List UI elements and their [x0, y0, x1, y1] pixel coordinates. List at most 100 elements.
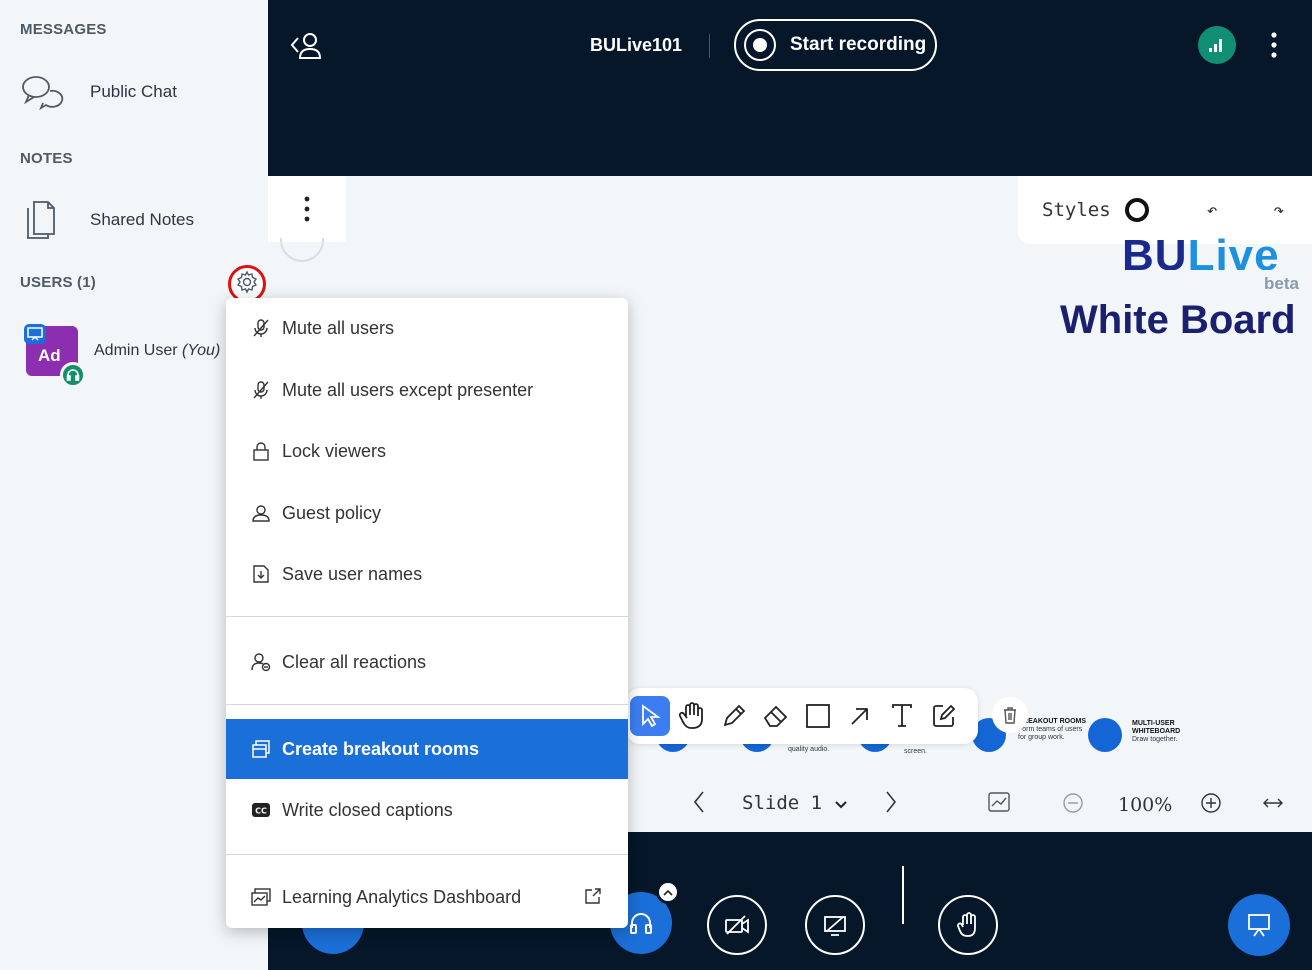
shared-notes-label: Shared Notes	[90, 210, 194, 229]
logo-beta-text: beta	[1264, 274, 1299, 293]
avatar: Ad	[24, 324, 86, 388]
redo-icon[interactable]: ↷	[1273, 200, 1284, 221]
user-list-item[interactable]: Ad Admin User (You)	[24, 324, 220, 388]
feature-whiteboard: MULTI-USER WHITEBOARD Draw together.	[1132, 720, 1212, 744]
presentation-icon	[1248, 914, 1270, 937]
menu-item-label: Mute all users except presenter	[282, 379, 534, 400]
hand-pan-tool-icon[interactable]	[672, 696, 712, 736]
avatar-initials: Ad	[38, 346, 61, 365]
note-edit-tool-icon[interactable]	[924, 696, 964, 736]
analytics-icon	[250, 886, 272, 908]
fit-width-icon[interactable]	[1262, 794, 1284, 816]
raise-hand-button[interactable]	[938, 895, 998, 955]
menu-item-guest-policy[interactable]: Guest policy	[226, 483, 628, 543]
raise-hand-icon	[957, 912, 976, 937]
menu-item-mute-all[interactable]: Mute all users	[226, 298, 628, 358]
connection-status-button[interactable]	[1198, 26, 1236, 64]
presenter-icon	[24, 324, 46, 344]
presentation-options-button[interactable]	[268, 176, 346, 242]
menu-item-lock-viewers[interactable]: Lock viewers	[226, 421, 628, 481]
feature-breakout-desc: Form teams of users for group work.	[1018, 726, 1083, 741]
select-tool-icon[interactable]	[630, 696, 670, 736]
stroke-style-icon[interactable]	[1124, 198, 1149, 222]
menu-separator	[226, 854, 628, 855]
eraser-tool-icon[interactable]	[756, 696, 796, 736]
bottom-bar-divider	[902, 866, 904, 924]
menu-item-save-user-names[interactable]: Save user names	[226, 544, 628, 604]
feature-whiteboard-desc: Draw together.	[1132, 736, 1178, 743]
next-slide-icon[interactable]	[884, 790, 898, 820]
logo-bu-text: BU	[1122, 236, 1188, 270]
notes-pages-icon	[20, 200, 66, 240]
chevron-down-icon[interactable]	[834, 794, 848, 816]
breakout-icon	[250, 738, 272, 760]
screen-share-off-button[interactable]	[805, 895, 865, 955]
gear-icon	[235, 269, 259, 299]
feature-screen-desc: screen.	[904, 748, 927, 755]
menu-item-create-breakout-rooms[interactable]: Create breakout rooms	[226, 719, 628, 779]
trash-icon[interactable]	[992, 697, 1028, 733]
sidebar-item-public-chat[interactable]: Public Chat	[20, 67, 250, 117]
feature-audio-desc: quality audio.	[788, 746, 830, 753]
cc-icon: CC	[250, 799, 272, 821]
menu-item-label: Create breakout rooms	[282, 738, 480, 759]
menu-item-label: Lock viewers	[282, 440, 387, 461]
logo-live-text: Live	[1187, 236, 1280, 270]
zoom-in-icon[interactable]	[1200, 792, 1222, 820]
menu-item-write-closed-captions[interactable]: CC Write closed captions	[226, 780, 628, 840]
download-file-icon	[250, 563, 272, 585]
whiteboard-toolbar	[626, 688, 978, 744]
manage-users-menu: Mute all users Mute all users except pre…	[226, 298, 628, 928]
previous-slide-icon[interactable]	[692, 790, 706, 820]
feature-breakout-title: BREAKOUT ROOMS	[1018, 718, 1087, 725]
feature-whiteboard-icon	[1088, 718, 1122, 752]
mic-off-icon	[250, 379, 272, 401]
rectangle-tool-icon[interactable]	[798, 696, 838, 736]
menu-item-label: Write closed captions	[282, 799, 453, 820]
svg-text:CC: CC	[255, 807, 267, 816]
headphones-icon	[60, 362, 86, 388]
feature-breakout: BREAKOUT ROOMS Form teams of users for g…	[1018, 718, 1088, 742]
signal-bars-icon	[1209, 39, 1222, 52]
user-name: Admin User (You)	[94, 342, 220, 360]
menu-item-clear-all-reactions[interactable]: Clear all reactions	[226, 632, 628, 692]
undo-icon[interactable]: ↶	[1207, 200, 1218, 221]
screen-share-off-icon	[824, 916, 846, 936]
bulive-logo: BULive	[1122, 236, 1280, 270]
slide-selector[interactable]: Slide 1	[742, 792, 822, 814]
messages-section-title: MESSAGES	[20, 21, 107, 38]
options-menu-icon[interactable]	[1269, 30, 1279, 65]
menu-item-label: Save user names	[282, 563, 423, 584]
styles-button[interactable]: Styles	[1042, 199, 1111, 221]
slide-heading: White Board	[1060, 298, 1296, 342]
start-recording-button[interactable]: Start recording	[734, 19, 937, 71]
public-chat-label: Public Chat	[90, 82, 177, 101]
zoom-out-icon[interactable]	[1062, 792, 1084, 820]
menu-item-mute-all-except-presenter[interactable]: Mute all users except presenter	[226, 360, 628, 420]
toggle-presentation-button[interactable]	[1228, 894, 1290, 956]
menu-item-label: Clear all reactions	[282, 651, 427, 672]
you-suffix: (You)	[182, 342, 221, 359]
sidebar-item-shared-notes[interactable]: Shared Notes	[20, 195, 250, 245]
kebab-icon	[304, 196, 310, 222]
video-off-icon	[725, 915, 749, 935]
text-tool-icon[interactable]	[882, 696, 922, 736]
user-name-text: Admin User	[94, 342, 178, 359]
menu-separator	[226, 704, 628, 705]
feature-whiteboard-title: MULTI-USER WHITEBOARD	[1132, 720, 1181, 735]
headphones-icon	[630, 913, 652, 934]
toggle-user-list-icon[interactable]	[288, 30, 328, 67]
users-section-title: USERS (1)	[20, 274, 96, 291]
audio-options-chevron-icon[interactable]	[656, 880, 680, 904]
menu-item-label: Guest policy	[282, 502, 382, 523]
arrow-tool-icon[interactable]	[840, 696, 880, 736]
camera-off-button[interactable]	[707, 895, 767, 955]
pencil-tool-icon[interactable]	[714, 696, 754, 736]
menu-item-label: Learning Analytics Dashboard	[282, 886, 522, 907]
slide-stats-icon[interactable]	[988, 792, 1010, 818]
external-link-icon	[584, 887, 602, 910]
top-bar: BULive101 Start recording	[268, 0, 1312, 176]
lock-icon	[250, 440, 272, 462]
menu-item-learning-analytics-dashboard[interactable]: Learning Analytics Dashboard	[226, 867, 628, 927]
menu-item-label: Mute all users	[282, 317, 395, 338]
